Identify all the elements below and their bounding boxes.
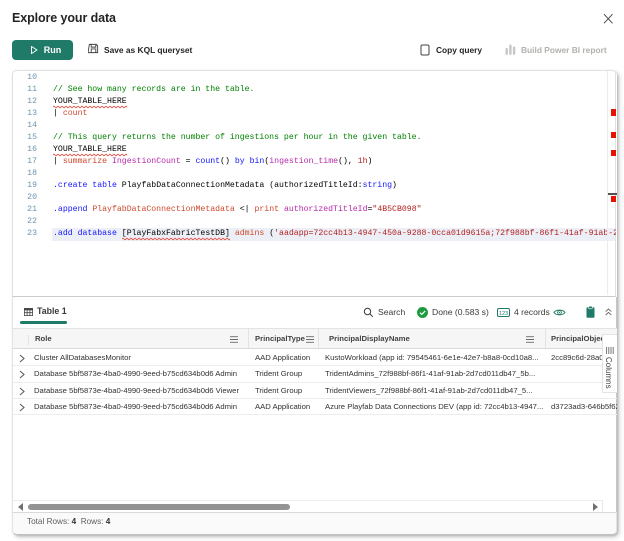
svg-text:123: 123 [499, 311, 508, 317]
